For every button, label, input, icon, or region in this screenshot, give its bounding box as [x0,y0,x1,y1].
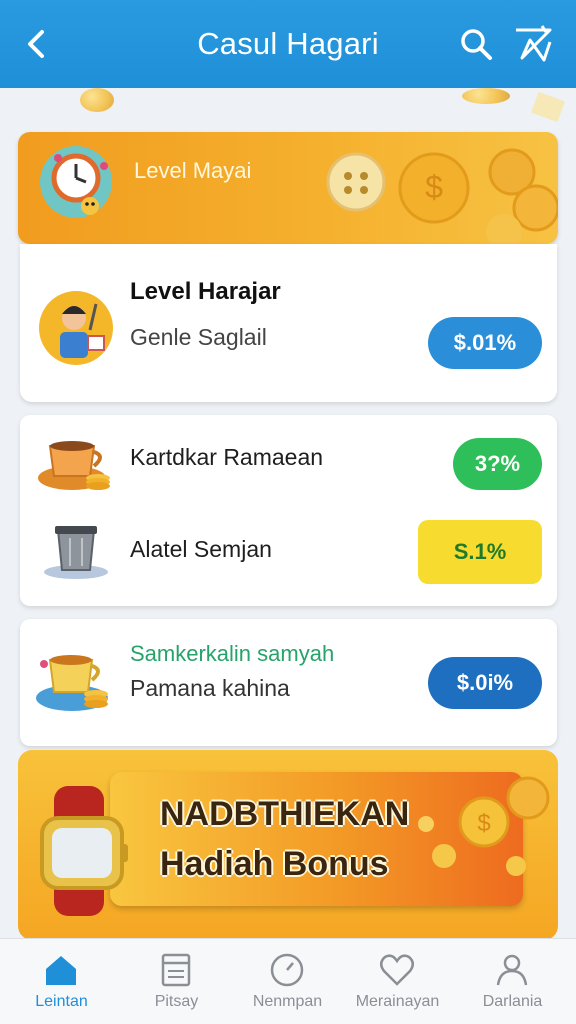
star-burst-icon[interactable] [510,22,556,66]
nav-item-home[interactable]: Leintan [4,939,119,1024]
nav-item-clock[interactable]: Nenmpan [230,939,345,1024]
app-header: Casul Hagari [0,0,576,88]
task-row-1-pill[interactable]: 3?% [453,438,542,490]
nav-label-home: Leintan [35,993,88,1010]
decorative-coin [462,88,510,104]
level-card-subtitle: Genle Saglail [130,324,267,350]
nav-label-profile: Darlania [482,993,543,1010]
nav-item-heart[interactable]: Merainayan [340,939,455,1024]
level-card-title: Level Harajar [130,278,281,305]
level-card-pill[interactable]: $.01% [428,317,542,369]
decorative-sparkle [531,91,565,123]
worker-avatar-icon [39,291,113,365]
nav-label-list: Pitsay [154,993,199,1010]
search-icon[interactable] [458,26,494,62]
svg-text:$: $ [425,169,443,205]
user-icon [496,954,528,986]
trash-can-icon [44,526,108,579]
clock-icon [40,146,112,218]
nav-item-profile[interactable]: Darlania [455,939,570,1024]
bonus-title: NADBTHIEKAN [160,795,410,833]
coins-icon: $ [326,148,558,244]
watch-icon [40,786,128,916]
level-banner-label: Level Mayai [134,158,252,183]
nav-label-heart: Merainayan [355,993,440,1010]
gold-coins-icon: $ [418,776,550,876]
bonus-subtitle: Hadiah Bonus [160,845,389,883]
clock-icon [270,953,304,987]
chevron-left-icon[interactable] [18,24,54,64]
reward-card-title: Samkerkalin samyah [130,641,335,666]
reward-card-subtitle: Pamana kahina [130,675,290,701]
task-row-2-label: Alatel Semjan [130,536,272,562]
home-icon [46,956,76,985]
nav-label-clock: Nenmpan [252,993,323,1010]
page-title: Casul Hagari [197,26,379,61]
svg-text:$: $ [477,810,490,837]
bottom-nav: Leintan Pitsay Nenmpan Merainayan Darlan… [0,938,576,1024]
decorative-coin [80,88,114,112]
task-row-2-pill[interactable]: S.1% [418,520,542,584]
list-icon [161,953,191,987]
nav-item-list[interactable]: Pitsay [119,939,234,1024]
reward-card-pill[interactable]: $.0i% [428,657,542,709]
task-row-1-label: Kartdkar Ramaean [130,444,324,470]
coffee-cup-icon [38,441,110,490]
heart-icon [380,954,414,986]
coffee-coins-icon [36,655,108,711]
